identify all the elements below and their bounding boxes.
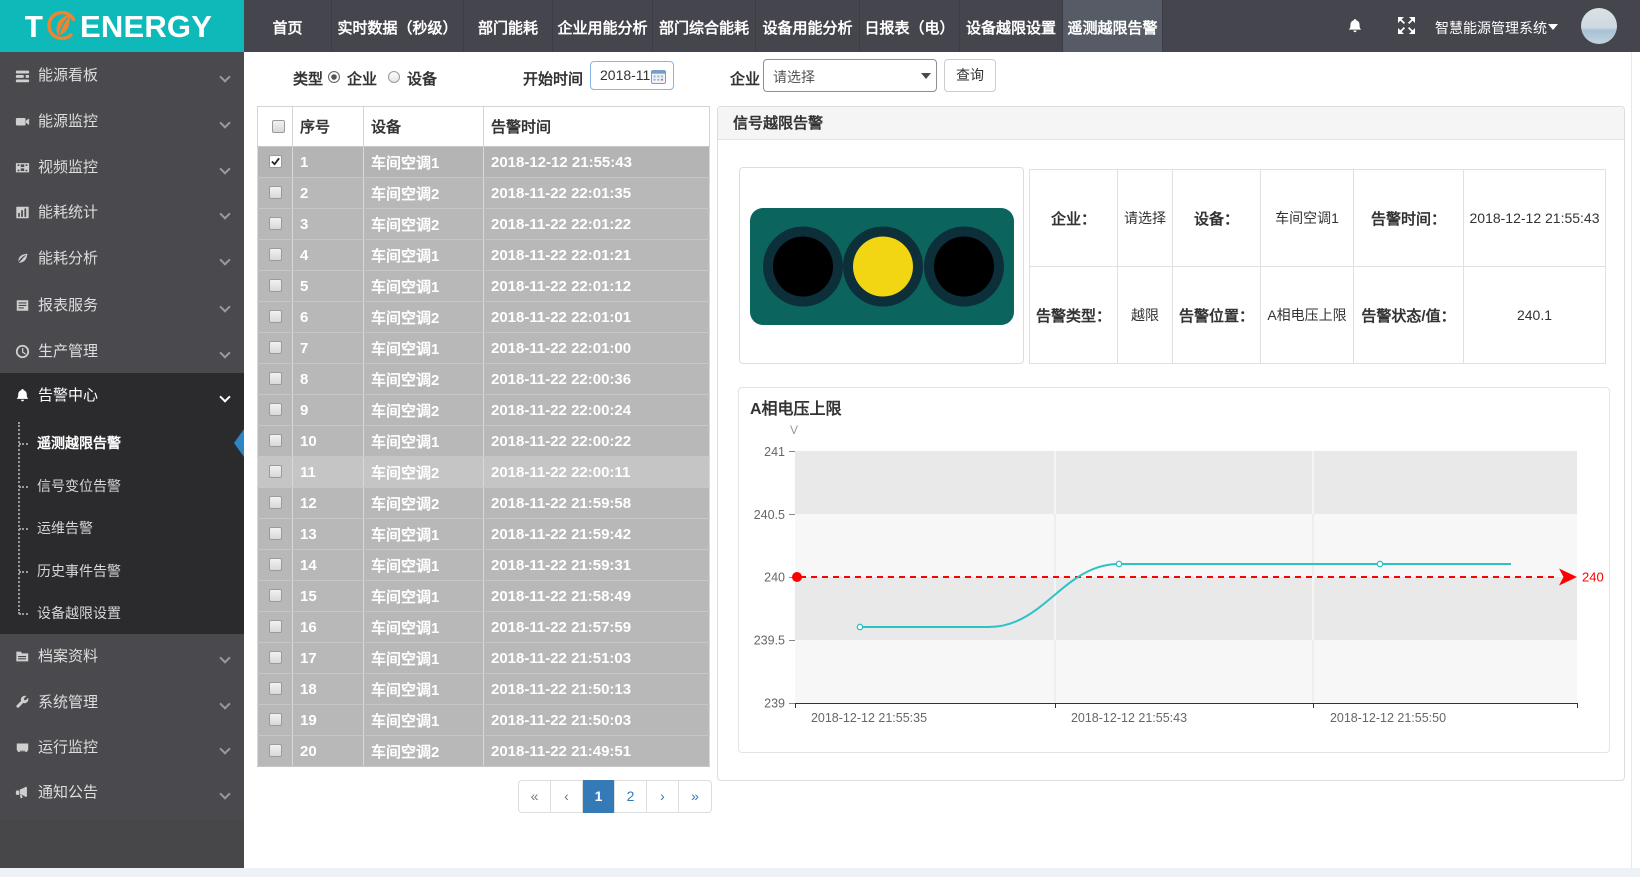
svg-text:240: 240 bbox=[1582, 570, 1604, 585]
svg-text:2018-12-12 21:55:35: 2018-12-12 21:55:35 bbox=[811, 711, 927, 725]
svg-text:239: 239 bbox=[764, 697, 785, 711]
svg-text:ENERGY: ENERGY bbox=[80, 9, 212, 44]
svg-text:240: 240 bbox=[764, 571, 785, 585]
svg-text:V: V bbox=[790, 423, 798, 437]
svg-text:T: T bbox=[25, 9, 43, 44]
svg-text:2018-12-12 21:55:43: 2018-12-12 21:55:43 bbox=[1071, 711, 1187, 725]
svg-text:2018-12-12 21:55:50: 2018-12-12 21:55:50 bbox=[1330, 711, 1446, 725]
svg-text:240.5: 240.5 bbox=[754, 508, 785, 522]
svg-text:239.5: 239.5 bbox=[754, 634, 785, 648]
svg-text:241: 241 bbox=[764, 445, 785, 459]
